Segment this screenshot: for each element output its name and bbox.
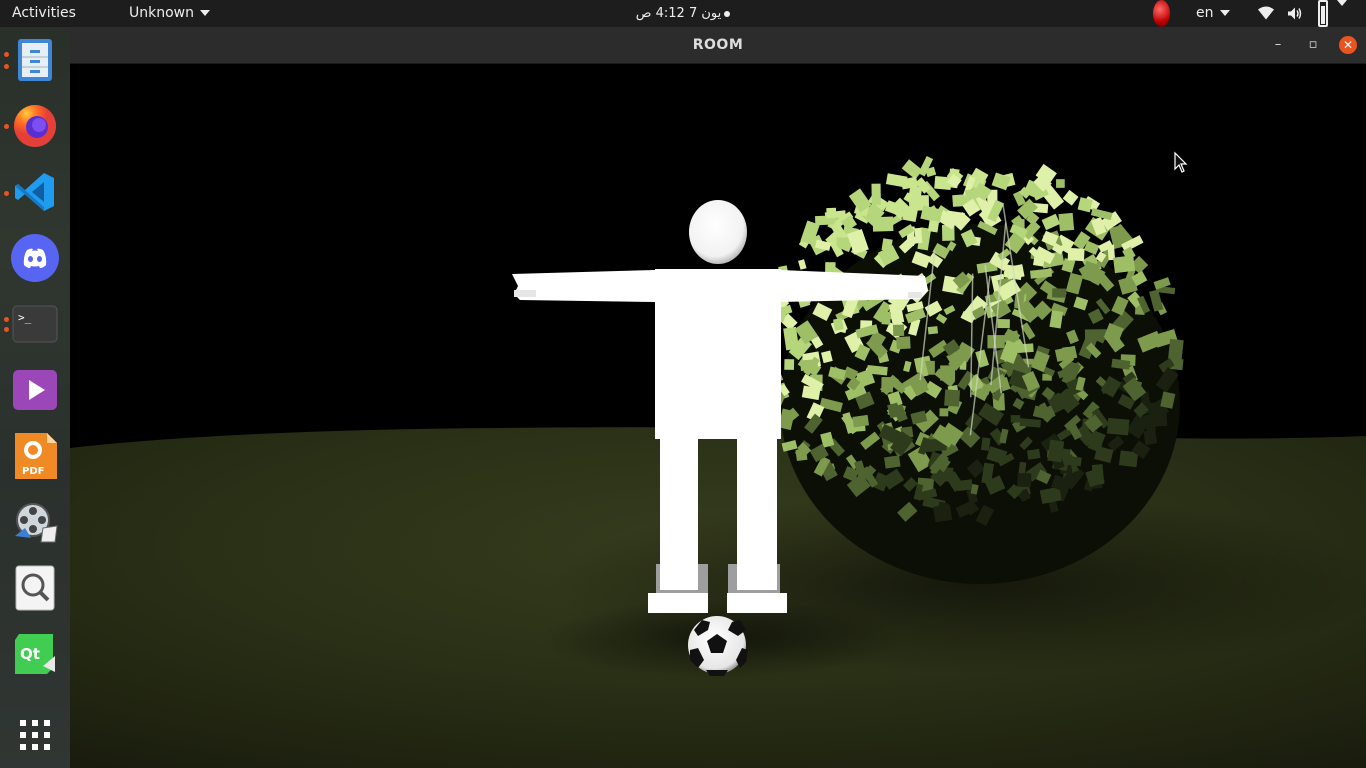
running-indicator: [4, 52, 9, 57]
pdf-reader-icon[interactable]: PDF: [10, 431, 60, 481]
leaf: [896, 336, 911, 350]
scene-canvas: [70, 151, 1366, 768]
media-converter-icon[interactable]: [10, 497, 60, 547]
leaf: [784, 359, 795, 370]
firefox-icon[interactable]: [10, 101, 60, 151]
room-window: ROOM – ▫ ✕: [70, 27, 1366, 768]
mannequin-left-shin: [660, 564, 698, 590]
mannequin-left-foot: [648, 593, 708, 613]
leaf: [1056, 179, 1065, 188]
leaf: [997, 319, 1010, 329]
leaf: [893, 324, 905, 337]
leaf: [885, 173, 908, 188]
mannequin-right-shin: [737, 564, 777, 590]
top-bar: Activities Unknown يون 7 4:12 ص en: [0, 0, 1366, 27]
leaf: [927, 220, 940, 233]
notification-dot-icon: [724, 10, 731, 17]
leaf: [1067, 247, 1085, 262]
leaf: [826, 207, 837, 219]
leaf: [980, 437, 991, 451]
3d-viewport[interactable]: [70, 64, 1366, 768]
leaf: [987, 335, 1005, 349]
leaf: [940, 365, 956, 381]
show-applications-icon[interactable]: [10, 710, 60, 760]
leaf: [1052, 288, 1067, 298]
vscode-icon[interactable]: [10, 167, 60, 217]
dock: >_ PDF Qt: [0, 27, 70, 768]
minimize-button[interactable]: –: [1269, 36, 1287, 54]
leaf: [852, 414, 870, 428]
leaf: [1067, 456, 1082, 467]
system-menu-chevron-icon[interactable]: [1337, 0, 1347, 27]
discord-icon[interactable]: [10, 233, 60, 283]
running-indicator: [4, 317, 9, 322]
language-label: en: [1196, 5, 1214, 21]
leaf: [1106, 417, 1130, 436]
running-indicator: [4, 124, 9, 129]
window-titlebar[interactable]: ROOM – ▫ ✕: [70, 27, 1366, 64]
leaf: [871, 183, 881, 205]
leaf: [1062, 189, 1079, 206]
chevron-down-icon: [1219, 10, 1230, 16]
leaf: [1091, 464, 1105, 485]
leaf: [1084, 329, 1107, 341]
battery-icon[interactable]: [1318, 0, 1328, 27]
leaf: [944, 389, 961, 407]
mannequin-head: [689, 200, 747, 264]
running-indicator: [4, 64, 9, 69]
mannequin-left-arm: [512, 270, 655, 302]
leaf: [1047, 439, 1065, 463]
svg-text:Qt: Qt: [20, 645, 40, 663]
leaf: [800, 359, 819, 371]
qt-creator-icon[interactable]: Qt: [10, 629, 60, 679]
leaf: [1010, 415, 1021, 423]
files-icon[interactable]: [10, 35, 60, 85]
leaf: [1149, 289, 1164, 312]
mannequin-right-leg: [737, 436, 777, 564]
leaf: [1058, 212, 1075, 232]
image-viewer-icon[interactable]: [10, 563, 60, 613]
running-indicator: [4, 327, 9, 332]
leaf: [884, 455, 901, 469]
leaf: [1143, 429, 1158, 446]
terminal-icon[interactable]: >_: [10, 299, 60, 349]
running-indicator: [4, 191, 9, 196]
mannequin-left-leg: [660, 436, 698, 564]
wifi-icon[interactable]: [1258, 0, 1274, 27]
mannequin-left-arm-detail: [514, 290, 536, 297]
video-player-icon[interactable]: [10, 365, 60, 415]
leaf: [939, 408, 949, 417]
leaf: [932, 504, 953, 523]
clock-label: يون 7 4:12 ص: [635, 6, 722, 21]
close-button[interactable]: ✕: [1339, 36, 1357, 54]
leaf: [1168, 338, 1184, 360]
leaf: [798, 259, 807, 270]
leaf: [927, 326, 939, 335]
leaf: [1041, 213, 1061, 231]
mannequin-torso: [655, 269, 781, 439]
mannequin-right-foot: [727, 593, 787, 613]
maximize-button[interactable]: ▫: [1304, 36, 1322, 54]
window-title: ROOM: [692, 37, 744, 53]
leaf: [881, 311, 892, 325]
leaf: [1017, 473, 1032, 487]
mannequin-right-arm-detail: [908, 292, 922, 298]
language-selector[interactable]: en: [1196, 0, 1230, 27]
leaf: [1026, 448, 1041, 460]
record-indicator-icon[interactable]: [1153, 0, 1170, 27]
svg-text:>_: >_: [18, 311, 32, 324]
mouse-cursor-icon: [1174, 151, 1188, 173]
svg-text:PDF: PDF: [22, 466, 44, 477]
volume-icon[interactable]: [1287, 0, 1303, 27]
